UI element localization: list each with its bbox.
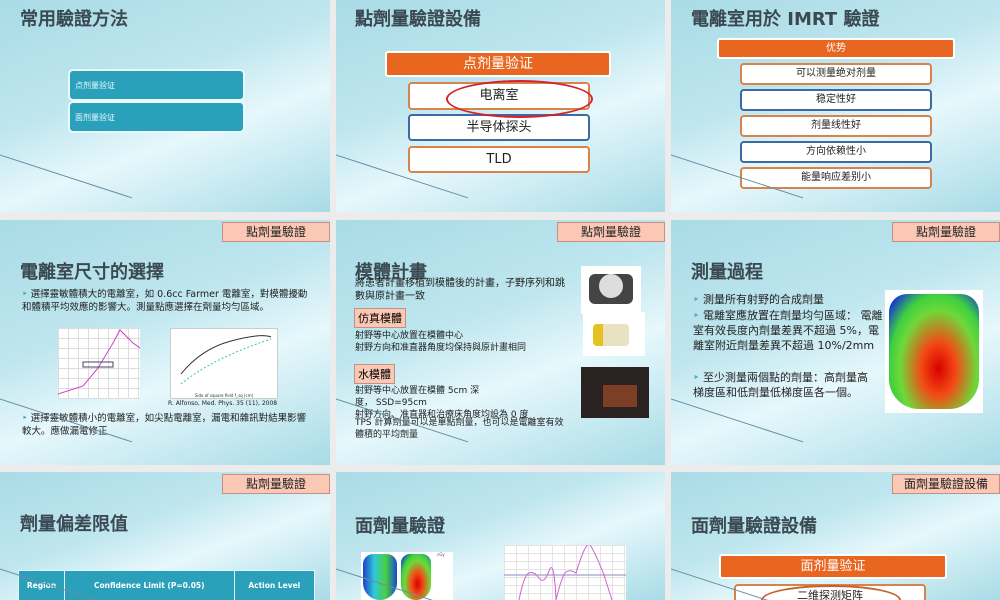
slide-title: 電離室尺寸的選擇 <box>20 262 164 283</box>
list-item: 能量响应差别小 <box>740 167 932 189</box>
slide-thumbnail-2[interactable]: 點劑量驗證設備 点剂量验证 电离室 半导体探头 TLD <box>336 0 665 212</box>
intro-text: 將患者計畫移植到模體後的計畫，子野序列和跳數與原計畫一致 <box>355 278 565 302</box>
water-phantom-image <box>581 367 649 418</box>
highlight-ellipse <box>446 80 593 118</box>
slide-title: 點劑量驗證設備 <box>355 9 481 30</box>
list-item: 剂量线性好 <box>740 115 932 137</box>
bullet: 至少測量兩個點的劑量：高劑量高梯度區和低劑量低梯度區各一個。 <box>693 370 873 400</box>
bullet: 電離室應放置在劑量均勻區域： 電離室有效長度內劑量差異不超過 5%，電離室附近劑… <box>693 308 883 353</box>
response-chart-image: Side of square field f_sq (cm) <box>170 328 278 399</box>
smartart-item: 点剂量验证 <box>68 69 245 101</box>
slide-title: 面劑量驗證設備 <box>691 516 817 537</box>
slide-thumbnail-8[interactable]: 面劑量驗證 cGy <box>336 472 665 600</box>
header-bar: 优势 <box>717 38 955 59</box>
slide-title: 劑量偏差限值 <box>20 514 128 535</box>
slide-title: 常用驗證方法 <box>20 9 128 30</box>
section-tag: 面劑量驗證設備 <box>892 474 1000 494</box>
dose-profile-chart <box>504 543 626 600</box>
list-item: 可以测量绝对剂量 <box>740 63 932 85</box>
list-item: 方向依赖性小 <box>740 141 932 163</box>
slide-thumbnail-5[interactable]: 點劑量驗證 模體計畫 將患者計畫移植到模體後的計畫，子野序列和跳數與原計畫一致 … <box>336 220 665 465</box>
phantom-image-2 <box>583 312 645 356</box>
list-item: 半导体探头 <box>408 114 590 141</box>
slide-thumbnail-4[interactable]: 點劑量驗證 電離室尺寸的選擇 選擇靈敏體積大的電離室，如 0.6cc Farme… <box>0 220 330 465</box>
text-line: TPS 計算劑量可以是單點劑量，也可以是電離室有效體積的平均劑量 <box>355 418 564 440</box>
subheading-tag: 仿真模體 <box>354 308 406 328</box>
slide-thumbnail-6[interactable]: 點劑量驗證 測量過程 測量所有射野的合成劑量 電離室應放置在劑量均勻區域： 電離… <box>671 220 1000 465</box>
dose-distribution-image <box>885 290 983 413</box>
section-tag: 點劑量驗證 <box>222 222 330 242</box>
smartart-item: 面剂量验证 <box>68 101 245 133</box>
slide-thumbnail-9[interactable]: 面劑量驗證設備 面劑量驗證設備 面剂量验证 二维探测矩阵 <box>671 472 1000 600</box>
slide-title: 測量過程 <box>691 262 763 283</box>
column-header: Confidence Limit (P=0.05) <box>64 570 235 600</box>
slide-title: 面劑量驗證 <box>355 516 445 537</box>
column-header: Region <box>17 570 66 600</box>
section-tag: 點劑量驗證 <box>222 474 330 494</box>
section-tag: 點劑量驗證 <box>557 222 665 242</box>
subheading-tag: 水模體 <box>354 364 395 384</box>
phantom-image-1 <box>581 266 641 314</box>
bullet: 選擇靈敏體積大的電離室，如 0.6cc Farmer 電離室，對模體擾動和體積平… <box>22 288 314 314</box>
bullet: 測量所有射野的合成劑量 <box>693 292 883 307</box>
dose-map-image: cGy <box>361 552 453 600</box>
bullet: 選擇靈敏體積小的電離室，如尖點電離室，漏電和雜訊對結果影響較大。應做漏電修正 <box>22 412 314 438</box>
citation: R. Alfonso, Med. Phys. 35 (11), 2008 <box>168 400 278 407</box>
header-bar: 点剂量验证 <box>385 51 611 77</box>
header-bar: 面剂量验证 <box>719 554 947 579</box>
slide-thumbnail-7[interactable]: 點劑量驗證 劑量偏差限值 Region Confidence Limit (P=0… <box>0 472 330 600</box>
section-tag: 點劑量驗證 <box>892 222 1000 242</box>
slide-title: 電離室用於 IMRT 驗證 <box>691 9 880 30</box>
chart-xlabel: Side of square field f_sq (cm) <box>194 393 254 398</box>
chamber-diagram-image <box>57 328 141 399</box>
dose-limit-table: Region Confidence Limit (P=0.05) Action Le… <box>17 570 316 600</box>
slide-thumbnail-3[interactable]: 電離室用於 IMRT 驗證 优势 可以测量绝对剂量 稳定性好 剂量线性好 方向依… <box>671 0 1000 212</box>
list-item: 稳定性好 <box>740 89 932 111</box>
list-item: TLD <box>408 146 590 173</box>
legend-unit: cGy <box>437 552 445 557</box>
column-header: Action Level <box>233 570 316 600</box>
text-line: 射野方向和准直器角度均保持與原計畫相同 <box>355 343 527 353</box>
text-line: 射野等中心放置在模體 5cm 深度， SSD=95cm <box>355 386 480 408</box>
text-line: 射野等中心放置在模體中心 <box>355 331 464 341</box>
slide-thumbnail-1[interactable]: 常用驗證方法 点剂量验证 面剂量验证 <box>0 0 330 212</box>
